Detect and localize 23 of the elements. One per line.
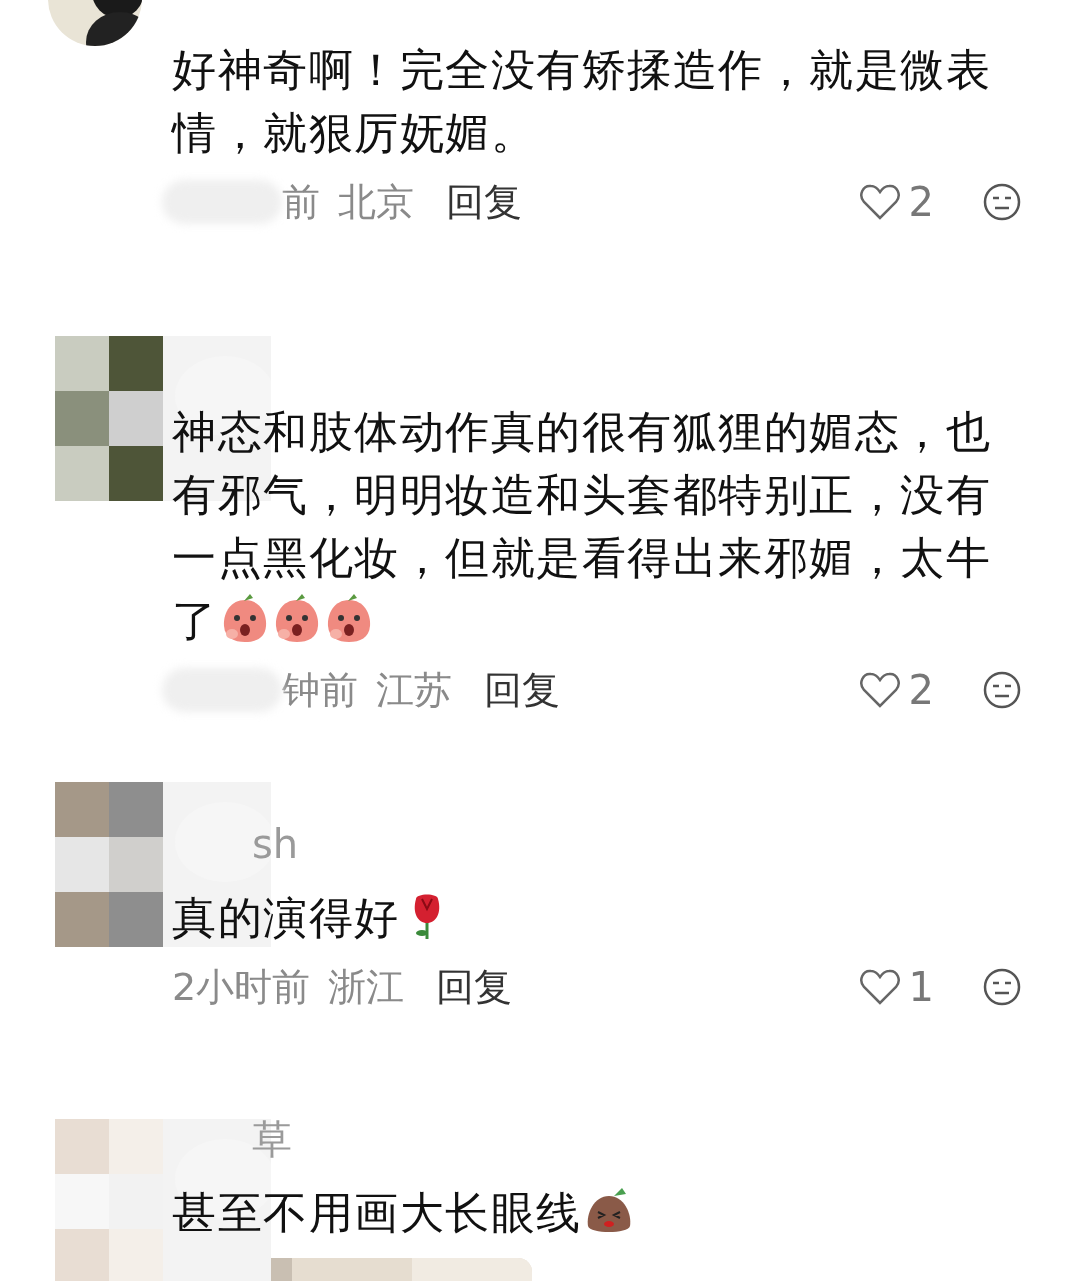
comment-location: 北京 (338, 178, 414, 226)
reply-button[interactable]: 回复 (484, 664, 560, 716)
emoji-face-icon (982, 670, 1022, 710)
comment-time: 钟前 (282, 666, 358, 714)
like-button[interactable]: 1 (858, 964, 934, 1010)
emoji-face-icon (982, 182, 1022, 222)
comment-location: 江苏 (376, 666, 452, 714)
emoji-face-icon (982, 967, 1022, 1007)
comment-text: 真的演得好 (172, 886, 1008, 949)
reply-button[interactable]: 回复 (446, 176, 522, 228)
like-button[interactable]: 2 (858, 667, 934, 713)
comment-text: 神态和肢体动作真的很有狐狸的媚态，也有邪气，明明妆造和头套都特别正，没有一点黑化妆，但就是看得出来邪媚，太牛了 (172, 405, 992, 648)
comment-text: 好神奇啊！完全没有矫揉造作，就是微表情，就狠厉妩媚。 (172, 43, 992, 160)
reply-button[interactable]: 回复 (436, 961, 513, 1013)
heart-icon (858, 183, 901, 221)
user-name: sh (251, 820, 299, 869)
heart-icon (858, 968, 901, 1006)
comment-location: 浙江 (328, 963, 405, 1011)
comment-time: 前 (282, 178, 320, 226)
comment-time: 2小时前 (172, 963, 311, 1011)
comment-text: 甚至不用画大长眼线 (172, 1181, 1008, 1244)
like-button[interactable]: 2 (858, 179, 934, 225)
heart-icon (858, 671, 901, 709)
